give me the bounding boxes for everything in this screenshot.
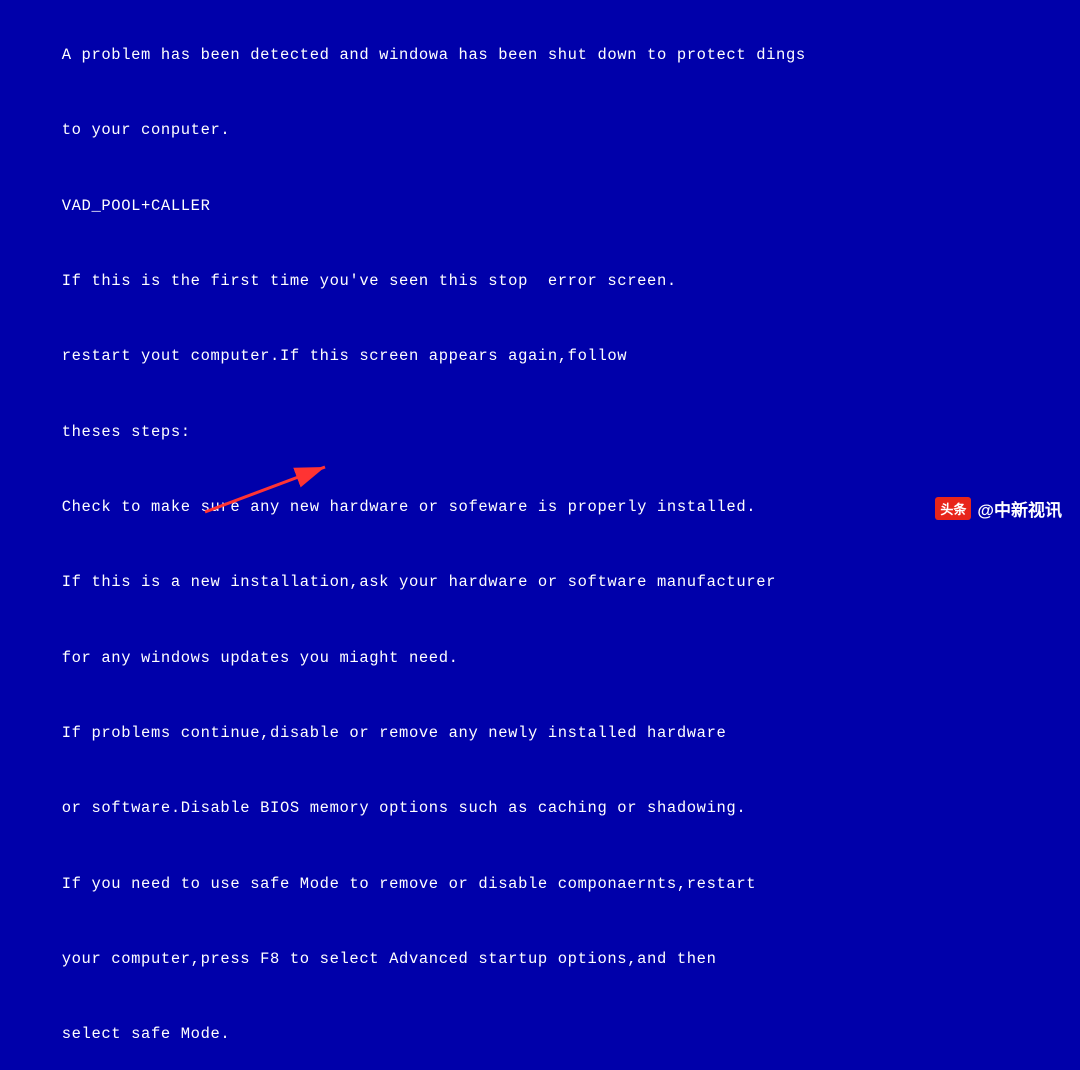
line14: select safe Mode. xyxy=(62,1025,231,1043)
line13: your computer,press F8 to select Advance… xyxy=(62,950,717,968)
line4: If this is the first time you've seen th… xyxy=(62,272,677,290)
line1: A problem has been detected and windowa … xyxy=(62,46,806,64)
line5: restart yout computer.If this screen app… xyxy=(62,347,628,365)
line9: for any windows updates you miaght need. xyxy=(62,649,459,667)
watermark: 头条 @中新视讯 xyxy=(935,496,1062,521)
line6: theses steps: xyxy=(62,423,191,441)
line2: to your conputer. xyxy=(62,121,231,139)
line3: VAD_POOL+CALLER xyxy=(62,197,211,215)
line8: If this is a new installation,ask your h… xyxy=(62,573,776,591)
watermark-text: @中新视讯 xyxy=(977,496,1062,521)
line7: Check to make sure any new hardware or s… xyxy=(62,498,757,516)
line11: or software.Disable BIOS memory options … xyxy=(62,799,747,817)
bsod-screen: A problem has been detected and windowa … xyxy=(0,0,1080,535)
arrow-icon xyxy=(195,462,355,517)
bsod-content: A problem has been detected and windowa … xyxy=(22,18,1058,1070)
watermark-logo: 头条 xyxy=(935,497,971,520)
line10: If problems continue,disable or remove a… xyxy=(62,724,727,742)
line12: If you need to use safe Mode to remove o… xyxy=(62,875,757,893)
